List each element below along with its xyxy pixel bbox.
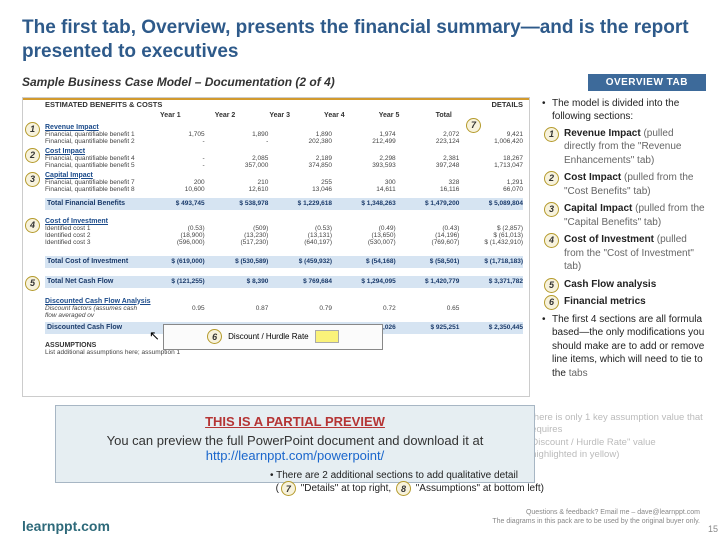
preview-link[interactable]: http://learnppt.com/powerpoint/ <box>206 448 385 463</box>
marker-1: 1 <box>25 122 40 137</box>
slide-title: The first tab, Overview, presents the fi… <box>22 16 706 64</box>
marker-5: 5 <box>25 276 40 291</box>
marker-4: 4 <box>25 218 40 233</box>
marker-7-inline: 7 <box>281 481 296 496</box>
right-panel: The model is divided into the following … <box>542 97 706 397</box>
preview-heading: THIS IS A PARTIAL PREVIEW <box>68 414 522 429</box>
marker-8-inline: 8 <box>396 481 411 496</box>
overview-tab-badge: OVERVIEW TAB <box>588 74 706 91</box>
slide-subtitle: Sample Business Case Model – Documentati… <box>22 75 335 89</box>
marker-7: 7 <box>466 118 481 133</box>
footer-note: Questions & feedback? Email me – dave@le… <box>492 508 700 526</box>
marker-2: 2 <box>25 148 40 163</box>
hurdle-rate-box: 6 Discount / Hurdle Rate <box>163 324 383 350</box>
right-panel-lower: There is only 1 key assumption value tha… <box>528 412 706 461</box>
footer-brand: learnppt.com <box>22 518 110 534</box>
spreadsheet-screenshot: ESTIMATED BENEFITS & COSTSDETAILS Year 1… <box>22 97 530 397</box>
bottom-bullets: • There are 2 additional sections to add… <box>270 470 706 496</box>
page-number: 15 <box>708 524 718 534</box>
mouse-cursor-icon: ↖ <box>149 328 160 344</box>
marker-3: 3 <box>25 172 40 187</box>
